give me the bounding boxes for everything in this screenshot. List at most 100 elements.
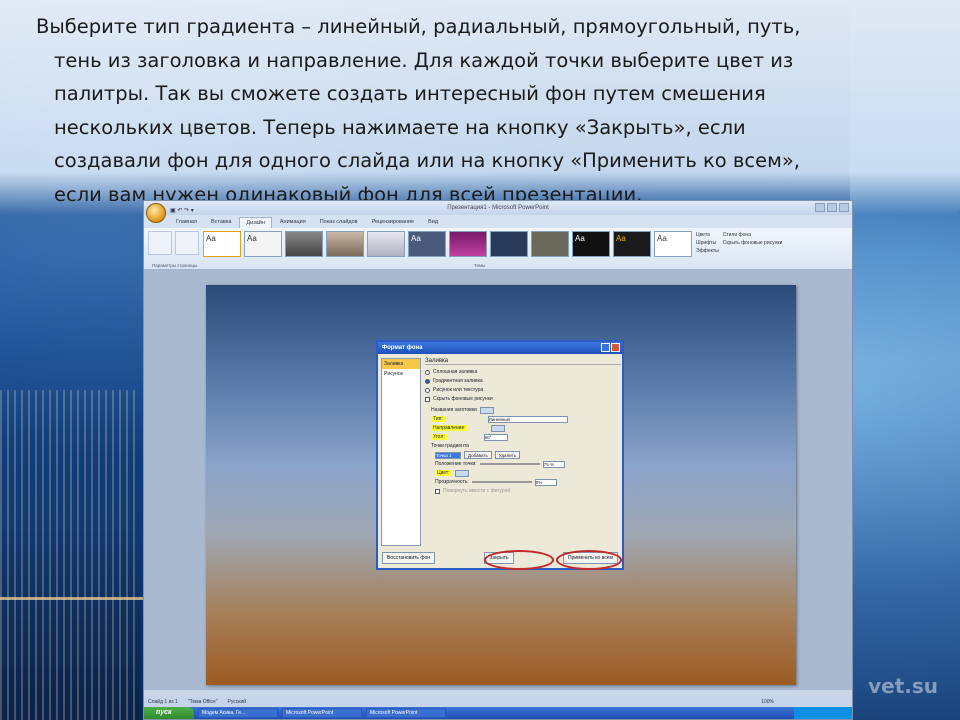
preset-row: Названия заготовки <box>425 406 621 414</box>
dialog-title: Формат фона <box>382 345 423 351</box>
city-lights-decoration <box>0 390 140 720</box>
theme-thumbnail[interactable] <box>326 231 364 257</box>
ribbon-tabs: Главная Вставка Дизайн Анимация Показ сл… <box>144 215 852 228</box>
format-background-dialog: Формат фона Заливка Рисунок Заливка Спло… <box>376 340 624 570</box>
color-row: Цвет: <box>425 469 621 477</box>
status-theme: "Тема Office" <box>187 699 218 705</box>
bridge-decoration <box>0 597 160 600</box>
stops-row: Точка 1 Добавить Удалить <box>425 451 621 459</box>
angle-row: Угол: 90° <box>425 433 621 441</box>
transparency-row: Прозрачность: 0% <box>425 478 621 486</box>
color-picker[interactable] <box>454 469 469 477</box>
page-setup-group <box>148 231 199 266</box>
angle-input[interactable]: 90° <box>483 433 508 441</box>
theme-thumbnail[interactable] <box>285 231 323 257</box>
slide-body-text: Выберите тип градиента – линейный, радиа… <box>36 10 916 211</box>
status-slide-count: Слайд 1 из 1 <box>148 699 178 705</box>
window-titlebar: ▣ ↶ ↷ ▾ Презентация1 - Microsoft PowerPo… <box>144 201 852 215</box>
tab-slideshow[interactable]: Показ слайдов <box>314 217 364 228</box>
type-row: Тип: Линейный <box>425 415 621 423</box>
direction-dropdown[interactable] <box>490 424 505 432</box>
option-gradient-fill[interactable]: Градиентная заливка <box>425 377 621 385</box>
theme-thumbnail[interactable]: Aa <box>613 231 651 257</box>
radio-icon[interactable] <box>425 369 430 375</box>
dialog-controls <box>601 343 620 352</box>
theme-thumbnail[interactable]: Aa <box>408 231 446 257</box>
nav-item-picture[interactable]: Рисунок <box>382 369 420 379</box>
theme-thumbnail[interactable] <box>449 231 487 257</box>
theme-thumbnail[interactable]: Aa <box>203 231 241 257</box>
transparency-slider[interactable] <box>471 481 532 483</box>
background-options: Стили фона Скрыть фоновые рисунки <box>723 231 783 266</box>
themes-label: Темы <box>474 263 486 268</box>
theme-thumbnail[interactable]: Aa <box>244 231 282 257</box>
taskbar-item[interactable]: Модем Асика, Ге... <box>198 708 278 718</box>
rotate-row: Повернуть вместе с фигурой <box>425 487 621 495</box>
quick-access-toolbar[interactable]: ▣ ↶ ↷ ▾ <box>170 204 194 218</box>
minimize-icon[interactable] <box>815 203 825 212</box>
position-row: Положение точки: 75 % <box>425 460 621 468</box>
nav-item-fill[interactable]: Заливка <box>382 359 420 369</box>
dialog-titlebar: Формат фона <box>378 342 622 354</box>
theme-thumbnail[interactable] <box>531 231 569 257</box>
tab-animation[interactable]: Анимация <box>274 217 312 228</box>
text-line: создавали фон для одного слайда или на к… <box>54 149 800 172</box>
fonts-button[interactable]: Шрифты <box>696 239 719 247</box>
tab-design[interactable]: Дизайн <box>239 217 272 228</box>
radio-icon[interactable] <box>425 387 430 393</box>
option-solid-fill[interactable]: Сплошная заливка <box>425 368 621 376</box>
transparency-input[interactable]: 0% <box>534 478 557 486</box>
option-picture-fill[interactable]: Рисунок или текстура <box>425 386 621 394</box>
reset-background-button[interactable]: Восстановить фон <box>382 552 436 564</box>
hide-bg-checkbox[interactable]: Скрыть фоновые рисунки <box>723 239 783 247</box>
help-icon[interactable] <box>601 343 610 352</box>
remove-stop-button[interactable]: Удалить <box>494 451 521 459</box>
type-dropdown[interactable]: Линейный <box>487 415 568 423</box>
tab-review[interactable]: Рецензирование <box>366 217 420 228</box>
add-stop-button[interactable]: Добавить <box>464 451 492 459</box>
taskbar-item[interactable]: Microsoft PowerPoint <box>366 708 446 718</box>
direction-row: Направление: <box>425 424 621 432</box>
checkbox-icon[interactable] <box>435 488 440 494</box>
theme-thumbnail[interactable] <box>490 231 528 257</box>
position-input[interactable]: 75 % <box>542 460 565 468</box>
text-line: тень из заголовка и направление. Для каж… <box>54 48 794 72</box>
dialog-nav: Заливка Рисунок <box>381 358 421 546</box>
window-controls <box>815 203 849 212</box>
theme-options: Цвета Шрифты Эффекты <box>696 231 719 266</box>
tab-home[interactable]: Главная <box>170 217 203 228</box>
text-line: палитры. Так вы сможете создать интересн… <box>54 82 766 105</box>
ribbon: Параметры страницы Aa Aa Aa Aa Aa Aa Тем… <box>144 228 852 270</box>
office-button[interactable] <box>146 203 166 223</box>
highlight-ring <box>484 550 554 570</box>
colors-button[interactable]: Цвета <box>696 231 719 239</box>
status-bar: Слайд 1 из 1 "Тема Office" Русский 100% <box>144 697 852 707</box>
theme-thumbnail[interactable] <box>367 231 405 257</box>
stop-dropdown[interactable]: Точка 1 <box>435 451 461 459</box>
close-icon[interactable] <box>839 203 849 212</box>
effects-button[interactable]: Эффекты <box>696 247 719 255</box>
stops-label: Точки градиента <box>431 443 469 449</box>
zoom-level[interactable]: 100% <box>761 697 852 707</box>
theme-thumbnail[interactable]: Aa <box>572 231 610 257</box>
status-language: Русский <box>227 699 247 705</box>
page-setup-button[interactable] <box>148 231 172 255</box>
powerpoint-screenshot: ▣ ↶ ↷ ▾ Презентация1 - Microsoft PowerPo… <box>143 200 853 720</box>
position-slider[interactable] <box>479 463 540 465</box>
preset-dropdown[interactable] <box>479 406 494 414</box>
option-hide-bg[interactable]: Скрыть фоновые рисунки <box>425 395 621 403</box>
tab-insert[interactable]: Вставка <box>205 217 237 228</box>
close-icon[interactable] <box>611 343 620 352</box>
checkbox-icon[interactable] <box>425 396 430 402</box>
watermark: vet.su <box>868 674 938 698</box>
bg-styles-button[interactable]: Стили фона <box>723 231 783 239</box>
slide-orientation-button[interactable] <box>175 231 199 255</box>
theme-thumbnail[interactable]: Aa <box>654 231 692 257</box>
radio-icon[interactable] <box>425 378 430 384</box>
text-line: нескольких цветов. Теперь нажимаете на к… <box>54 115 746 139</box>
maximize-icon[interactable] <box>827 203 837 212</box>
start-button[interactable]: пуск <box>144 707 194 719</box>
taskbar-item[interactable]: Microsoft PowerPoint <box>282 708 362 718</box>
windows-taskbar: пуск Модем Асика, Ге... Microsoft PowerP… <box>144 707 852 719</box>
tab-view[interactable]: Вид <box>422 217 444 228</box>
